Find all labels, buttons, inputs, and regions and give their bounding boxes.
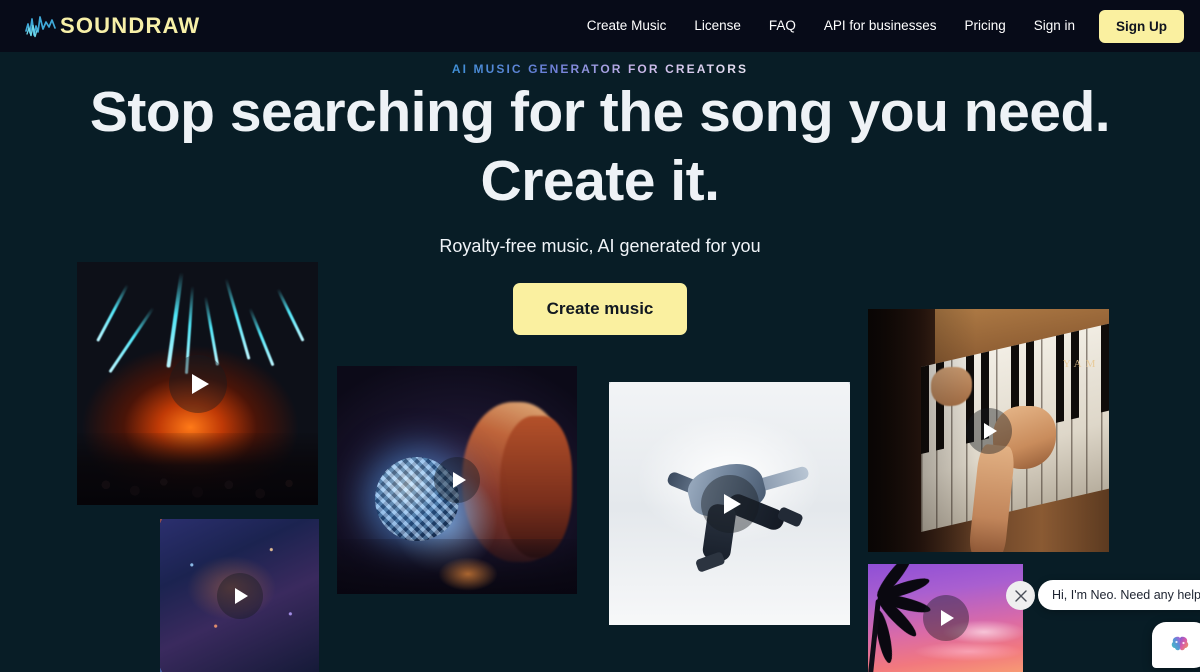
logo-text: SOUNDRAW <box>60 13 201 38</box>
nav-links: Create Music License FAQ API for busines… <box>573 0 1184 52</box>
play-icon[interactable] <box>922 595 969 641</box>
sign-up-button[interactable]: Sign Up <box>1099 9 1184 43</box>
play-icon[interactable] <box>168 354 227 413</box>
brain-icon <box>1171 636 1189 651</box>
logo-soundraw[interactable]: SOUNDRAW <box>24 13 200 39</box>
headline-line-1: Stop searching for the song you need. <box>89 80 1111 144</box>
hero-eyebrow: AI MUSIC GENERATOR FOR CREATORS <box>451 62 749 76</box>
tile-disco-ball-woman[interactable] <box>337 366 577 594</box>
play-icon[interactable] <box>965 407 1012 454</box>
nav-item-sign-in[interactable]: Sign in <box>1020 0 1089 52</box>
tile-piano-hands[interactable]: YAM <box>868 309 1109 552</box>
chat-greeting-bubble[interactable]: Hi, I'm Neo. Need any help? <box>1038 580 1200 610</box>
chat-launcher-button[interactable] <box>1152 622 1200 668</box>
nav-item-api-for-businesses[interactable]: API for businesses <box>810 0 951 52</box>
waveform-icon <box>25 16 56 38</box>
hero-section: AI MUSIC GENERATOR FOR CREATORS Stop sea… <box>0 52 1200 335</box>
top-navbar: SOUNDRAW Create Music License FAQ API fo… <box>0 0 1200 52</box>
nav-item-license[interactable]: License <box>680 0 755 52</box>
play-icon[interactable] <box>216 572 263 619</box>
play-icon[interactable] <box>700 474 759 533</box>
close-icon <box>1014 589 1027 602</box>
chat-close-button[interactable] <box>1006 581 1035 610</box>
page-root: SOUNDRAW Create Music License FAQ API fo… <box>0 0 1200 672</box>
nav-item-faq[interactable]: FAQ <box>755 0 810 52</box>
page-title: Stop searching for the song you need. Cr… <box>0 84 1200 210</box>
tile-breakdancer[interactable] <box>609 382 850 625</box>
tile-palm-sunset[interactable] <box>868 564 1023 672</box>
create-music-button[interactable]: Create music <box>512 283 688 335</box>
nav-item-create-music[interactable]: Create Music <box>573 0 681 52</box>
chat-greeting-text: Hi, I'm Neo. Need any help? <box>1052 588 1200 602</box>
tile-night-city[interactable] <box>160 519 319 672</box>
play-icon[interactable] <box>434 457 480 503</box>
hero-subtitle: Royalty-free music, AI generated for you <box>439 236 761 256</box>
nav-item-pricing[interactable]: Pricing <box>950 0 1019 52</box>
headline-line-2: Create it. <box>480 149 720 213</box>
